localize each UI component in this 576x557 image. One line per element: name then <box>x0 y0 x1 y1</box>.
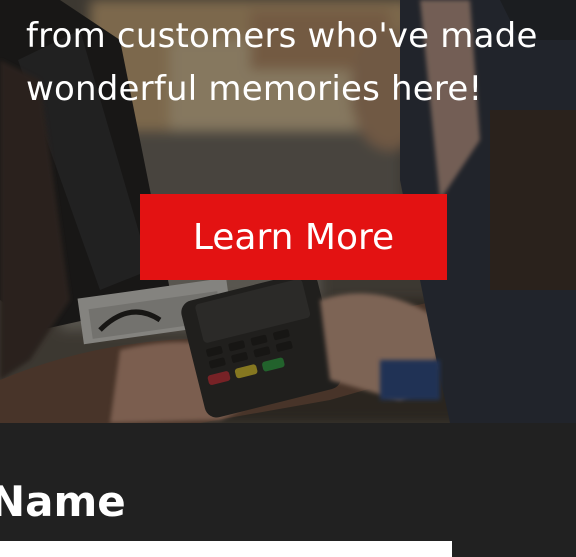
hero-section: from customers who've made wonderful mem… <box>0 0 576 423</box>
hero-text-line-1: from customers who've made <box>26 16 538 56</box>
hero-testimonial-text: from customers who've made wonderful mem… <box>26 10 566 116</box>
learn-more-button[interactable]: Learn More <box>140 194 447 280</box>
name-field-label: Name <box>0 477 126 526</box>
hero-text-line-2: wonderful memories here! <box>26 69 483 109</box>
name-input[interactable] <box>0 541 452 557</box>
